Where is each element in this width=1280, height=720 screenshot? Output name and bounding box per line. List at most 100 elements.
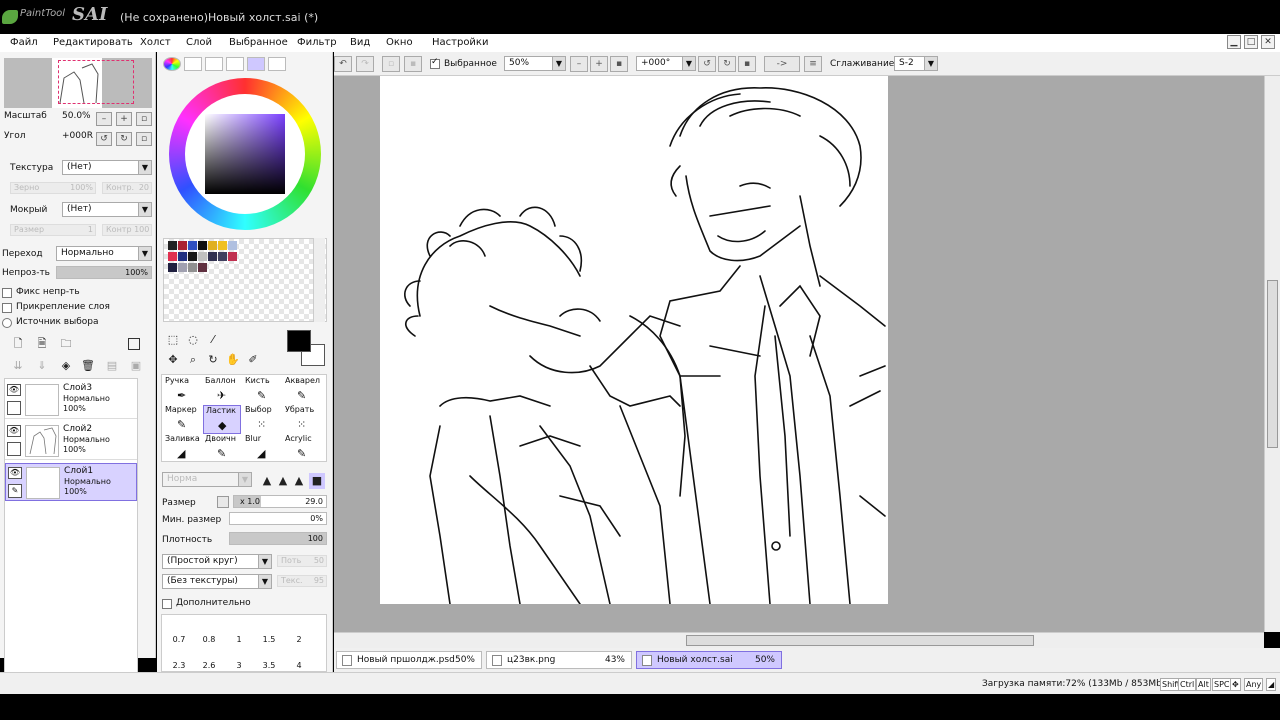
color-swatch[interactable]	[198, 241, 207, 250]
rotate-icon[interactable]: ↻	[205, 352, 221, 368]
rotate-ccw-icon[interactable]: ↺	[698, 56, 716, 72]
eyedropper-icon[interactable]: ✐	[245, 352, 261, 368]
document-tab-1[interactable]: Новый пршолдж.psd 50%	[336, 651, 482, 669]
minimize-icon[interactable]: ▁	[1227, 35, 1241, 49]
zoom-in-button[interactable]: +	[116, 112, 132, 126]
eye-icon[interactable]: 👁	[8, 467, 22, 479]
smoothing-select[interactable]: S-2 ▼	[894, 56, 938, 71]
brush-tool-1[interactable]: Ручка ✒	[163, 376, 201, 405]
scratchpad-tab-icon[interactable]	[268, 57, 286, 71]
rotate-select[interactable]: +000° ▼	[636, 56, 696, 71]
brush-tool-7[interactable]: Выбор ⁙	[243, 405, 281, 434]
clipping-checkbox[interactable]	[2, 303, 12, 313]
advanced-checkbox[interactable]	[162, 599, 172, 609]
hand-icon[interactable]: ✋	[225, 352, 241, 368]
color-swatch[interactable]	[168, 252, 177, 261]
brush-size-slider[interactable]: x 1.0 29.0	[233, 495, 327, 508]
brush-tool-12[interactable]: Acrylic ✎	[283, 434, 321, 463]
menu-file[interactable]: Файл	[10, 37, 38, 48]
new-folder-icon[interactable]: 🗀	[58, 336, 74, 352]
swatch-palette[interactable]	[163, 238, 327, 322]
menu-canvas[interactable]: Холст	[140, 37, 171, 48]
menu-settings[interactable]: Настройки	[432, 37, 488, 48]
selection-visible-checkbox[interactable]: ✓	[430, 57, 440, 69]
zoom-out-button[interactable]: –	[96, 112, 112, 126]
magic-wand-icon[interactable]: ⁄	[205, 332, 221, 348]
document-tab-2[interactable]: ц23вк.png 43%	[486, 651, 632, 669]
color-swatch[interactable]	[228, 252, 237, 261]
lasso-icon[interactable]: ◌	[185, 332, 201, 348]
selection-source-radio[interactable]	[2, 318, 12, 328]
color-wheel-tab-icon[interactable]	[163, 57, 181, 71]
color-wheel[interactable]	[169, 78, 321, 230]
brush-tool-2[interactable]: Баллон ✈	[203, 376, 241, 405]
document-tab-3[interactable]: Новый холст.sai 50%	[636, 651, 782, 669]
new-layer-icon[interactable]: 🗋	[10, 336, 26, 352]
navigator-viewport[interactable]	[58, 60, 134, 104]
rotate-reset-button[interactable]: ▫	[136, 132, 152, 146]
color-swatch[interactable]	[168, 241, 177, 250]
redo-icon[interactable]: ↷	[356, 56, 374, 72]
maximize-icon[interactable]: □	[1244, 35, 1258, 49]
drawing-canvas[interactable]	[380, 76, 888, 604]
horizontal-scrollbar[interactable]	[334, 632, 1264, 648]
navigator-preview[interactable]	[4, 58, 152, 108]
layer-row-3[interactable]: 👁 Слой3 Нормально 100%	[5, 381, 137, 419]
menu-edit[interactable]: Редактировать	[53, 37, 133, 48]
menu-lines-icon[interactable]: ≡	[804, 56, 822, 72]
size-preset[interactable]: 3	[224, 661, 254, 670]
size-preset[interactable]: 0.7	[164, 635, 194, 644]
clear-layer-icon[interactable]: ◈	[58, 358, 74, 374]
color-swatch[interactable]	[198, 252, 207, 261]
blend-select[interactable]: Нормально ▼	[56, 246, 152, 261]
resize-grip-icon[interactable]: ◢	[1266, 678, 1277, 691]
color-swatch[interactable]	[208, 252, 217, 261]
color-swatch[interactable]	[178, 263, 187, 272]
swatch-scrollbar[interactable]	[313, 238, 325, 322]
size-preset[interactable]: 4	[284, 661, 314, 670]
layer-row-2[interactable]: 👁 Слой2 Нормально 100%	[5, 422, 137, 460]
brush-shape-medium-icon[interactable]: ▲	[275, 473, 291, 489]
eye-icon[interactable]: 👁	[7, 425, 21, 437]
color-swatch[interactable]	[188, 241, 197, 250]
brush-mode-select[interactable]: Норма ▼	[162, 472, 252, 487]
brush-tool-4[interactable]: Акварел ✎	[283, 376, 321, 405]
zoom-select[interactable]: 50% ▼	[504, 56, 566, 71]
wet-select[interactable]: (Нет) ▼	[62, 202, 152, 217]
layer-option-icon[interactable]: ▤	[104, 358, 120, 374]
menu-view[interactable]: Вид	[350, 37, 370, 48]
move-icon[interactable]: ✥	[165, 352, 181, 368]
swatch-tab-icon[interactable]	[247, 57, 265, 71]
foreground-color[interactable]	[287, 330, 311, 352]
transfer-down-icon[interactable]: ⇊	[10, 358, 26, 374]
saturation-value-square[interactable]	[205, 114, 285, 194]
deselect-icon[interactable]: ▫	[382, 56, 400, 72]
brush-tool-9[interactable]: Заливка ◢	[163, 434, 201, 463]
hsv-slider-tab-icon[interactable]	[205, 57, 223, 71]
brush-tool-5[interactable]: Маркер ✎	[163, 405, 201, 434]
menu-window[interactable]: Окно	[386, 37, 413, 48]
brush-shape-soft-icon[interactable]: ▲	[259, 473, 275, 489]
brush-tool-11[interactable]: Blur ◢	[243, 434, 281, 463]
brush-shape-square-icon[interactable]: ■	[309, 473, 325, 489]
zoom-out-icon[interactable]: –	[570, 56, 588, 72]
undo-icon[interactable]: ↶	[334, 56, 352, 72]
mask-icon[interactable]	[128, 338, 140, 350]
vertical-scrollbar[interactable]	[1264, 76, 1280, 632]
color-swatch[interactable]	[168, 263, 177, 272]
lock-opacity-checkbox[interactable]	[2, 288, 12, 298]
eye-icon[interactable]: 👁	[7, 384, 21, 396]
layer-lock-icon[interactable]	[7, 401, 21, 415]
brush-shape-hard-icon[interactable]: ▲	[291, 473, 307, 489]
layer-lock-icon[interactable]	[7, 442, 21, 456]
rotate-right-button[interactable]: ↻	[116, 132, 132, 146]
size-preset[interactable]: 2.6	[194, 661, 224, 670]
zoom-actual-icon[interactable]: ▪	[610, 56, 628, 72]
size-preset[interactable]: 1.5	[254, 635, 284, 644]
size-preset[interactable]: 0.8	[194, 635, 224, 644]
menu-selection[interactable]: Выбранное	[229, 37, 288, 48]
rgb-slider-tab-icon[interactable]	[184, 57, 202, 71]
layer-row-1[interactable]: 👁 ✎ Слой1 Нормально 100%	[5, 463, 137, 501]
brush-lock-icon[interactable]: ✎	[8, 484, 22, 498]
size-preset[interactable]: 2.3	[164, 661, 194, 670]
